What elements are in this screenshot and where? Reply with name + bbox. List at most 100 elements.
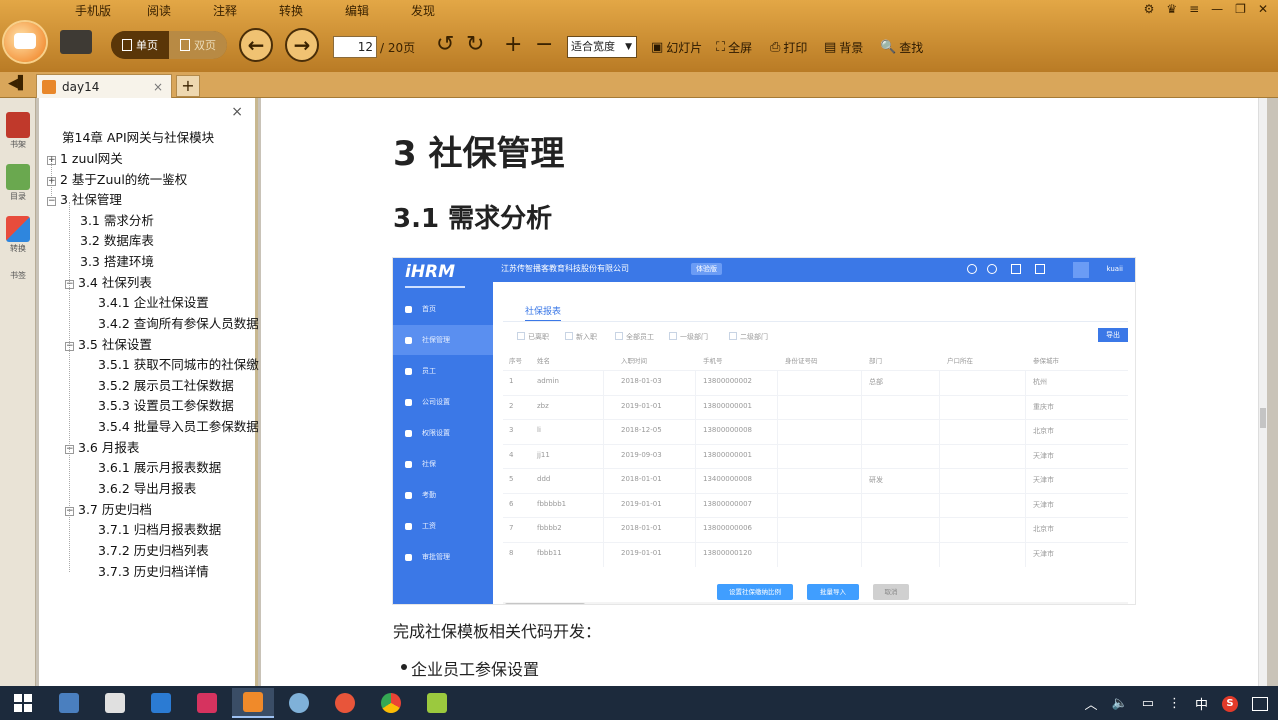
- skin-icon[interactable]: ♛: [1166, 2, 1177, 16]
- table-cell: 北京市: [1033, 525, 1054, 533]
- expand-icon[interactable]: +: [47, 177, 56, 186]
- rotate-right-icon[interactable]: ↻: [466, 32, 484, 57]
- volume-icon[interactable]: 🔈: [1112, 696, 1128, 711]
- minimize-icon[interactable]: —: [1211, 2, 1223, 16]
- outline-item-3-2[interactable]: 3.2 数据库表: [80, 231, 154, 251]
- vertical-scrollbar[interactable]: [1258, 98, 1267, 686]
- document-view[interactable]: 3 社保管理 3.1 需求分析 iHRM 首页 社保管理 员工 公司设置 权限设…: [261, 98, 1267, 686]
- settings-icon[interactable]: ⚙: [1144, 2, 1155, 16]
- outline-item-3-7-3[interactable]: 3.7.3 历史归档详情: [98, 562, 209, 582]
- battery-icon[interactable]: ▭: [1142, 696, 1154, 711]
- taskbar-app-3[interactable]: [278, 688, 320, 718]
- scrollbar-thumb[interactable]: [1260, 408, 1266, 428]
- tab-day14[interactable]: day14 ×: [36, 74, 172, 98]
- single-page-button[interactable]: 单页: [111, 31, 169, 59]
- outline-item-3-5-3[interactable]: 3.5.3 设置员工参保数据: [98, 396, 234, 416]
- windows-start-icon[interactable]: [14, 694, 32, 712]
- notification-icon[interactable]: [1252, 696, 1268, 711]
- menu-discover[interactable]: 发现: [390, 2, 456, 20]
- app-icon: [59, 693, 79, 713]
- taskbar: ︿ 🔈 ▭ ⋮ 中 S: [0, 686, 1278, 720]
- taskbar-app-idea[interactable]: [186, 688, 228, 718]
- menu-read[interactable]: 阅读: [126, 2, 192, 20]
- taskbar-app-4[interactable]: [324, 688, 366, 718]
- collapse-icon[interactable]: −: [65, 507, 74, 516]
- ime-indicator[interactable]: 中: [1195, 694, 1208, 713]
- outline-button[interactable]: 目录: [4, 164, 32, 202]
- screenshot-company: 江苏传智播客教育科技股份有限公司: [501, 264, 629, 273]
- taskbar-app-1[interactable]: [48, 688, 90, 718]
- fullscreen-button[interactable]: ⛶ 全屏: [716, 39, 752, 56]
- outline-item-3-5[interactable]: −3.5 社保设置: [65, 335, 152, 355]
- outline-item-3-4-2[interactable]: 3.4.2 查询所有参保人员数据: [98, 314, 259, 334]
- menu-icon[interactable]: ≡: [1189, 2, 1199, 16]
- collapse-icon[interactable]: −: [65, 280, 74, 289]
- collapse-icon[interactable]: −: [65, 342, 74, 351]
- outline-item-2[interactable]: +2 基于Zuul的统一鉴权: [47, 170, 187, 190]
- app-logo-icon[interactable]: [4, 22, 46, 62]
- outline-item-3-6-2[interactable]: 3.6.2 导出月报表: [98, 479, 196, 499]
- close-tab-icon[interactable]: ×: [153, 80, 163, 94]
- taskbar-app-2[interactable]: [94, 688, 136, 718]
- expand-icon[interactable]: +: [47, 156, 56, 165]
- convert-button[interactable]: 转换: [4, 216, 32, 254]
- collapse-icon[interactable]: −: [65, 445, 74, 454]
- find-button[interactable]: 🔍 查找: [880, 39, 923, 56]
- menu-bar: 手机版 阅读 注释 转换 编辑 发现: [60, 2, 456, 20]
- outline-item-3-7-2[interactable]: 3.7.2 历史归档列表: [98, 541, 209, 561]
- outline-item-3-6-1[interactable]: 3.6.1 展示月报表数据: [98, 458, 221, 478]
- network-icon[interactable]: ⋮: [1168, 696, 1181, 711]
- outline-item-3-5-2[interactable]: 3.5.2 展示员工社保数据: [98, 376, 234, 396]
- table-row: 3 li 2018-12-05 13800000008 北京市: [503, 419, 1128, 444]
- sogou-icon[interactable]: S: [1222, 695, 1238, 712]
- taskbar-app-chrome[interactable]: [370, 688, 412, 718]
- outline-item-3-1[interactable]: 3.1 需求分析: [80, 211, 154, 231]
- prev-page-icon[interactable]: ←: [239, 28, 273, 62]
- outline-item-3-7-1[interactable]: 3.7.1 归档月报表数据: [98, 520, 221, 540]
- page-number-input[interactable]: 12: [333, 36, 377, 58]
- restore-icon[interactable]: ❐: [1235, 2, 1246, 16]
- close-icon[interactable]: ✕: [1258, 2, 1268, 16]
- zoom-out-icon[interactable]: −: [535, 32, 553, 57]
- bookshelf-button[interactable]: 书架: [4, 112, 32, 150]
- taskbar-app-vs[interactable]: [140, 688, 182, 718]
- outline-icon: [6, 164, 30, 190]
- add-tab-button[interactable]: +: [176, 75, 200, 97]
- rotate-left-icon[interactable]: ↺: [436, 32, 454, 57]
- outline-item-3-5-1[interactable]: 3.5.1 获取不同城市的社保缴: [98, 355, 259, 375]
- outline-item-3-3[interactable]: 3.3 搭建环境: [80, 252, 154, 272]
- double-page-button[interactable]: 双页: [169, 31, 227, 59]
- menu-annotate[interactable]: 注释: [192, 2, 258, 20]
- menu-mobile[interactable]: 手机版: [60, 2, 126, 20]
- taskbar-app-5[interactable]: [416, 688, 458, 718]
- zoom-select[interactable]: 适合宽度 ▼: [567, 36, 637, 58]
- outline-item-ch14[interactable]: 第14章 API网关与社保模块: [62, 128, 214, 148]
- screenshot-filter: 已离职: [517, 332, 549, 342]
- close-outline-icon[interactable]: ×: [231, 104, 243, 120]
- outline-item-1[interactable]: +1 zuul网关: [47, 149, 123, 169]
- bookmark-button[interactable]: 书签: [4, 270, 32, 281]
- print-button[interactable]: ⎙ 打印: [770, 39, 807, 56]
- slideshow-button[interactable]: ▣ 幻灯片: [651, 39, 702, 56]
- collapse-sidebar-icon[interactable]: ◀▌: [8, 76, 28, 91]
- chevron-down-icon: ▼: [625, 42, 632, 52]
- outline-item-3-4[interactable]: −3.4 社保列表: [65, 273, 152, 293]
- screenshot-nav-item: 公司设置: [393, 387, 493, 417]
- open-folder-icon[interactable]: [60, 30, 92, 54]
- screenshot-btn-cancel: 取消: [873, 584, 909, 600]
- outline-item-3-7[interactable]: −3.7 历史归档: [65, 500, 152, 520]
- taskbar-app-pdf[interactable]: [232, 688, 274, 718]
- outline-item-3-5-4[interactable]: 3.5.4 批量导入员工参保数据: [98, 417, 259, 437]
- next-page-icon[interactable]: →: [285, 28, 319, 62]
- screenshot-nav-item: 社保管理: [393, 325, 493, 355]
- collapse-icon[interactable]: −: [47, 197, 56, 206]
- outline-item-3[interactable]: −3 社保管理: [47, 190, 122, 210]
- chevron-up-icon[interactable]: ︿: [1084, 694, 1097, 713]
- outline-item-3-4-1[interactable]: 3.4.1 企业社保设置: [98, 293, 209, 313]
- menu-edit[interactable]: 编辑: [324, 2, 390, 20]
- outline-item-3-6[interactable]: −3.6 月报表: [65, 438, 139, 458]
- menu-convert[interactable]: 转换: [258, 2, 324, 20]
- zoom-in-icon[interactable]: +: [504, 32, 522, 57]
- table-cell: 13800000006: [703, 524, 752, 532]
- background-button[interactable]: ▤ 背景: [824, 39, 863, 56]
